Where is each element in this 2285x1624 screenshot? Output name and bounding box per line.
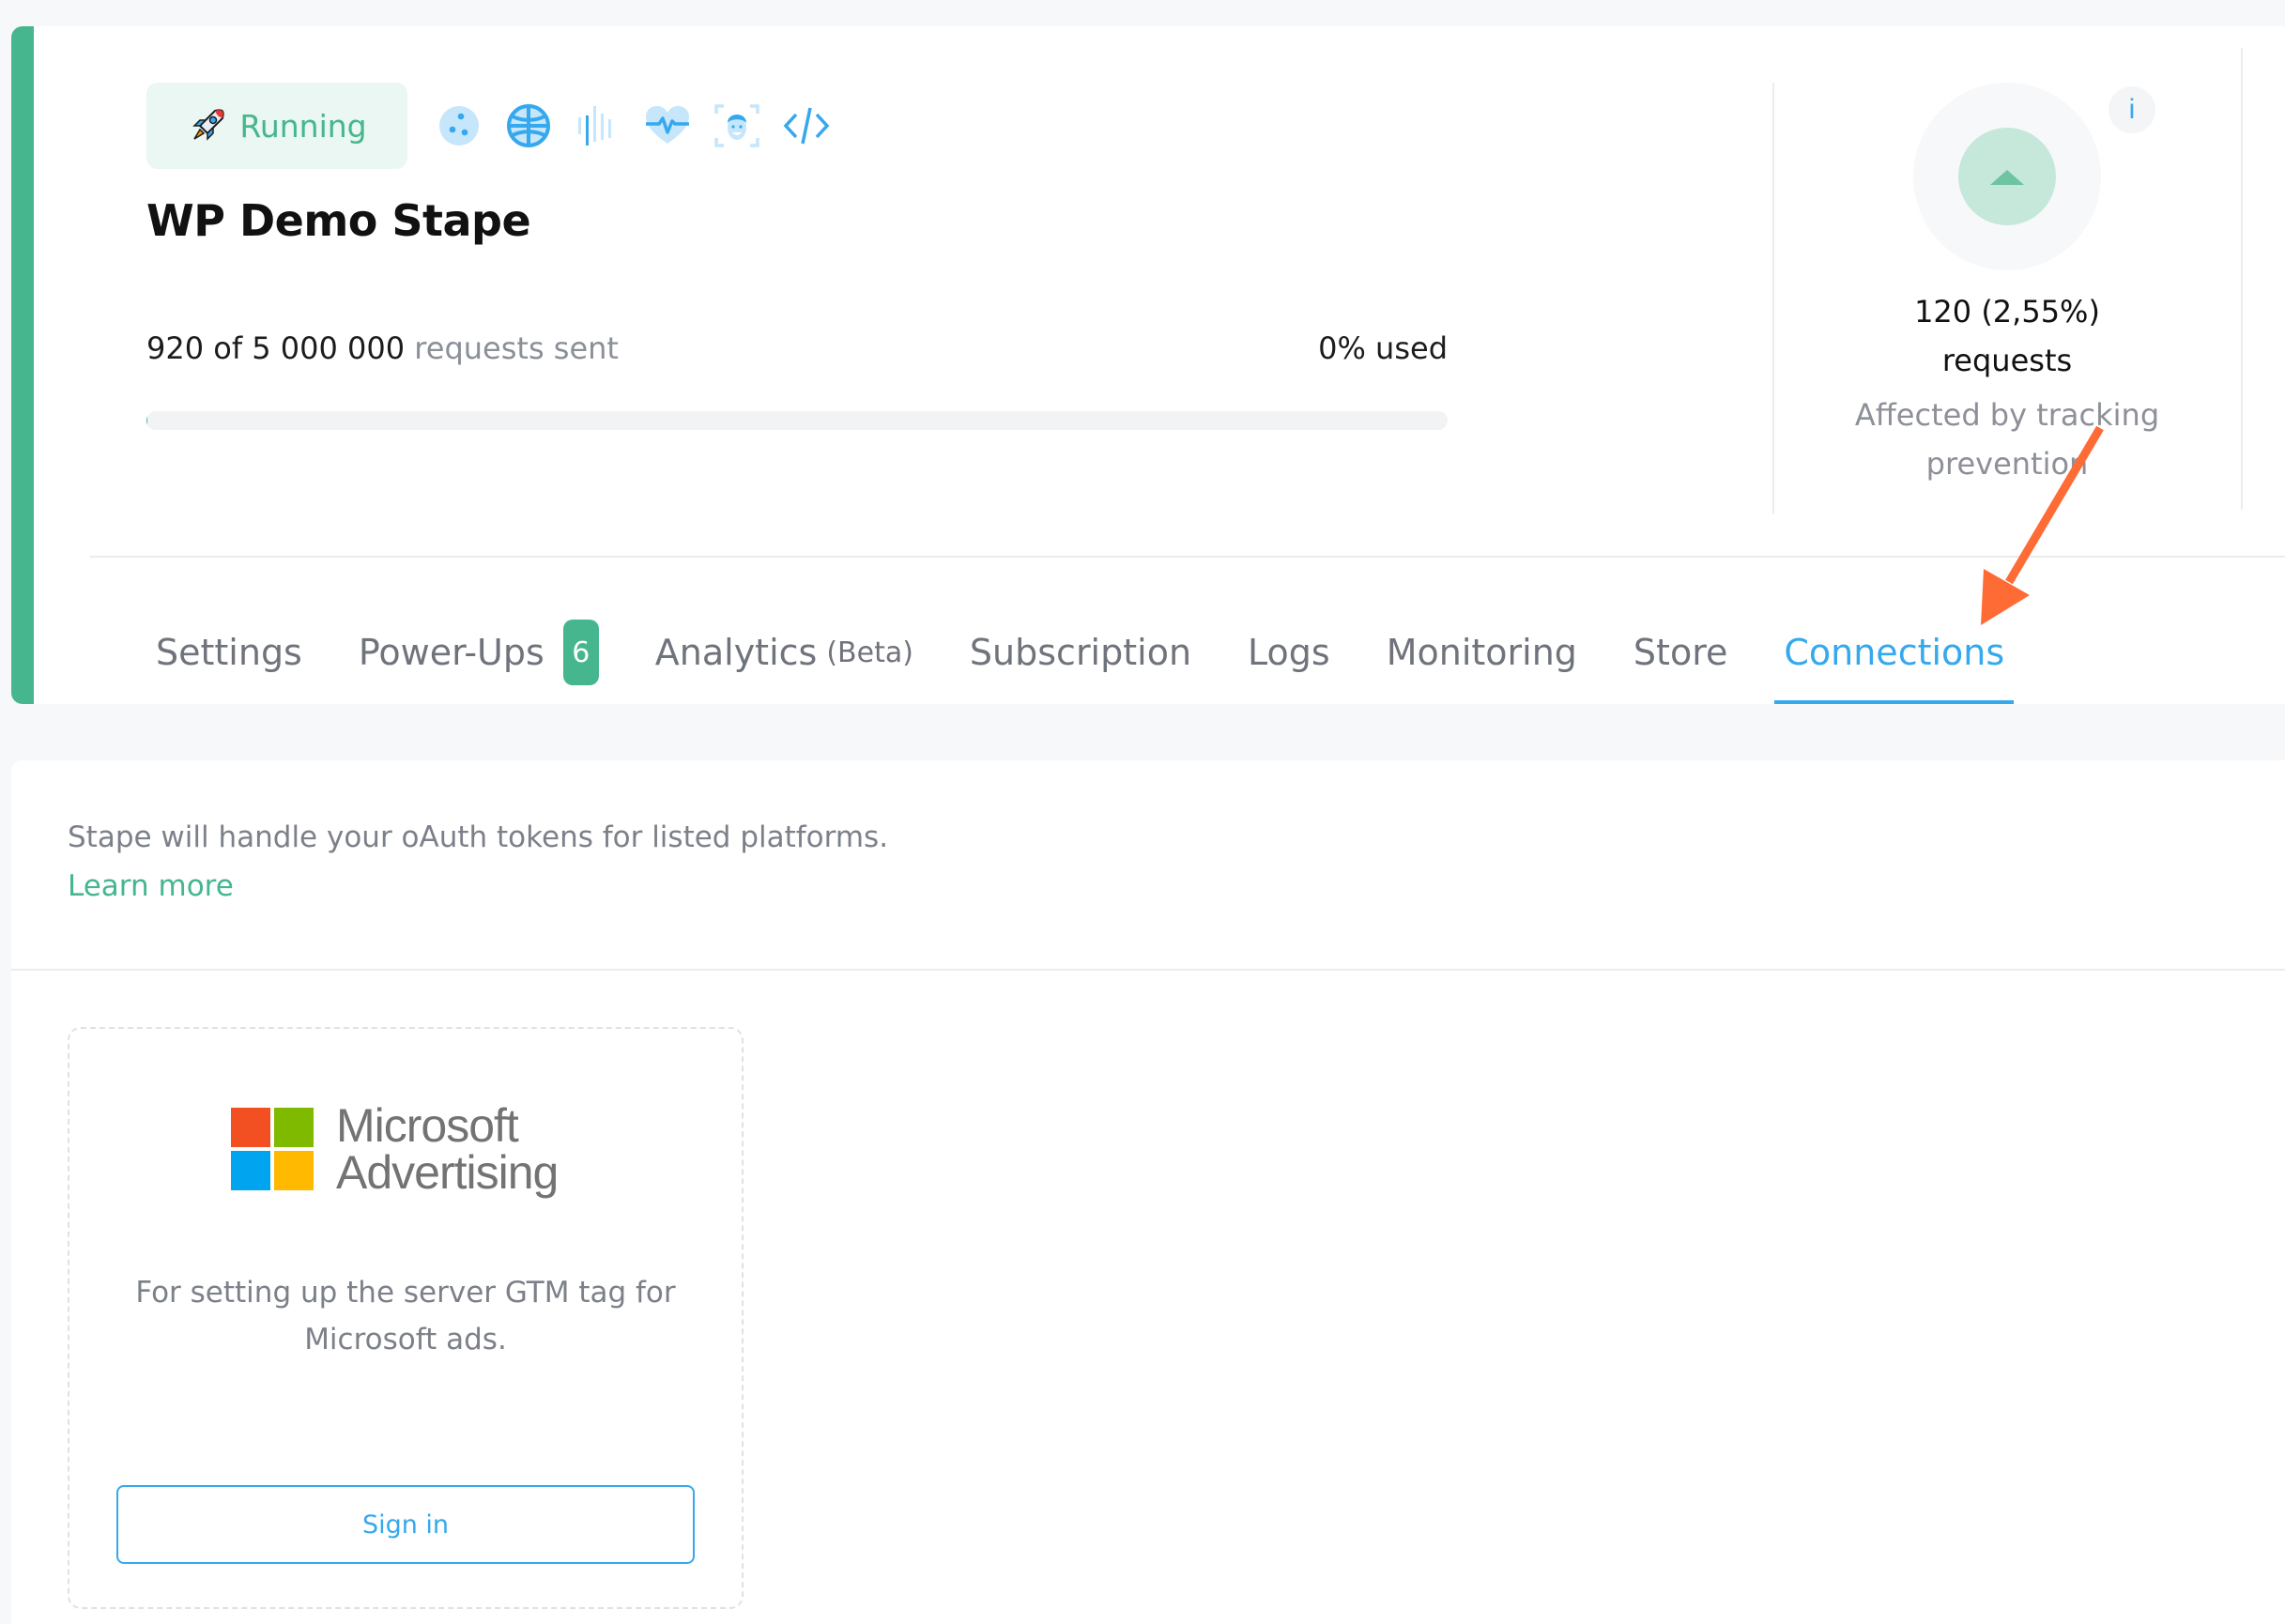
tab-label: Store — [1633, 632, 1728, 673]
logo-square-green — [274, 1108, 314, 1147]
stat-caption: Affected by tracking prevention — [1772, 391, 2242, 488]
connection-card-microsoft-advertising: Microsoft Advertising For setting up the… — [68, 1027, 744, 1609]
card-separator — [90, 556, 2285, 558]
stat-value-number: 120 (2,55%) — [1914, 294, 2100, 329]
tab-label: Power-Ups — [358, 632, 544, 673]
learn-more-link[interactable]: Learn more — [68, 869, 234, 903]
status-badge: Running — [146, 83, 407, 169]
chevron-up-icon — [1990, 170, 2024, 185]
tracking-prevention-stat: i 120 (2,55%) requests Affected by track… — [1772, 26, 2242, 482]
tab-logs[interactable]: Logs — [1238, 601, 1340, 704]
tab-store[interactable]: Store — [1624, 601, 1737, 704]
connections-intro: Stape will handle your oAuth tokens for … — [68, 820, 889, 854]
usage-count: 920 of 5 000 000 — [146, 330, 406, 366]
status-accent-stripe — [11, 26, 34, 704]
brand-line1: Microsoft — [336, 1099, 519, 1152]
tab-analytics[interactable]: Analytics (Beta) — [646, 601, 923, 704]
usage-percent: 0% used — [1318, 330, 1448, 366]
code-icon[interactable] — [783, 102, 830, 149]
stat-caption-line1: Affected by tracking — [1854, 397, 2160, 433]
usage-progress-bar — [146, 411, 1448, 430]
sign-in-button[interactable]: Sign in — [116, 1485, 695, 1564]
tab-label: Analytics — [654, 632, 818, 673]
tab-connections[interactable]: Connections — [1774, 601, 2014, 704]
beta-label: (Beta) — [826, 636, 913, 669]
usage-suffix: requests sent — [414, 330, 619, 366]
container-title: WP Demo Stape — [146, 195, 531, 246]
microsoft-advertising-logo: Microsoft Advertising — [231, 1099, 559, 1199]
microsoft-logo-icon — [231, 1108, 314, 1190]
tab-subscription[interactable]: Subscription — [960, 601, 1201, 704]
cookie-icon[interactable] — [436, 102, 483, 149]
logo-square-yellow — [274, 1151, 314, 1190]
info-icon[interactable]: i — [2109, 86, 2155, 133]
face-scan-icon[interactable] — [713, 102, 760, 149]
tab-monitoring[interactable]: Monitoring — [1377, 601, 1587, 704]
container-card: Running WP Demo Stape 920 of 5 000 000 r… — [11, 26, 2285, 704]
container-tabs: Settings Power-Ups 6 Analytics (Beta) Su… — [146, 601, 2051, 704]
usage-text: 920 of 5 000 000 requests sent — [146, 330, 619, 366]
power-ups-count-badge: 6 — [562, 620, 599, 685]
tab-label: Connections — [1784, 632, 2005, 673]
usage-summary: 920 of 5 000 000 requests sent 0% used — [146, 330, 1448, 366]
stat-caption-line2: prevention — [1925, 446, 2089, 482]
tab-settings[interactable]: Settings — [146, 601, 312, 704]
tab-label: Subscription — [969, 632, 1192, 673]
tab-power-ups[interactable]: Power-Ups 6 — [349, 601, 608, 704]
stat-indicator — [1958, 128, 2056, 225]
brand-line2: Advertising — [336, 1146, 559, 1199]
brand-wordmark: Microsoft Advertising — [336, 1099, 559, 1199]
status-label: Running — [239, 107, 367, 145]
stat-value: 120 (2,55%) requests — [1772, 287, 2242, 385]
connections-panel: Stape will handle your oAuth tokens for … — [11, 760, 2285, 1624]
logo-square-red — [231, 1108, 270, 1147]
logo-square-blue — [231, 1151, 270, 1190]
connections-divider — [11, 969, 2285, 971]
sound-wave-icon[interactable] — [575, 102, 621, 149]
rocket-icon — [192, 109, 225, 141]
tab-label: Settings — [156, 632, 302, 673]
tab-label: Monitoring — [1386, 632, 1577, 673]
tab-label: Logs — [1248, 632, 1330, 673]
stat-indicator-ring — [1913, 83, 2101, 270]
stat-value-unit: requests — [1941, 343, 2073, 378]
powerup-icons — [436, 98, 830, 154]
connection-description: For setting up the server GTM tag for Mi… — [135, 1276, 676, 1356]
heartbeat-icon[interactable] — [644, 102, 691, 149]
globe-icon[interactable] — [505, 102, 552, 149]
